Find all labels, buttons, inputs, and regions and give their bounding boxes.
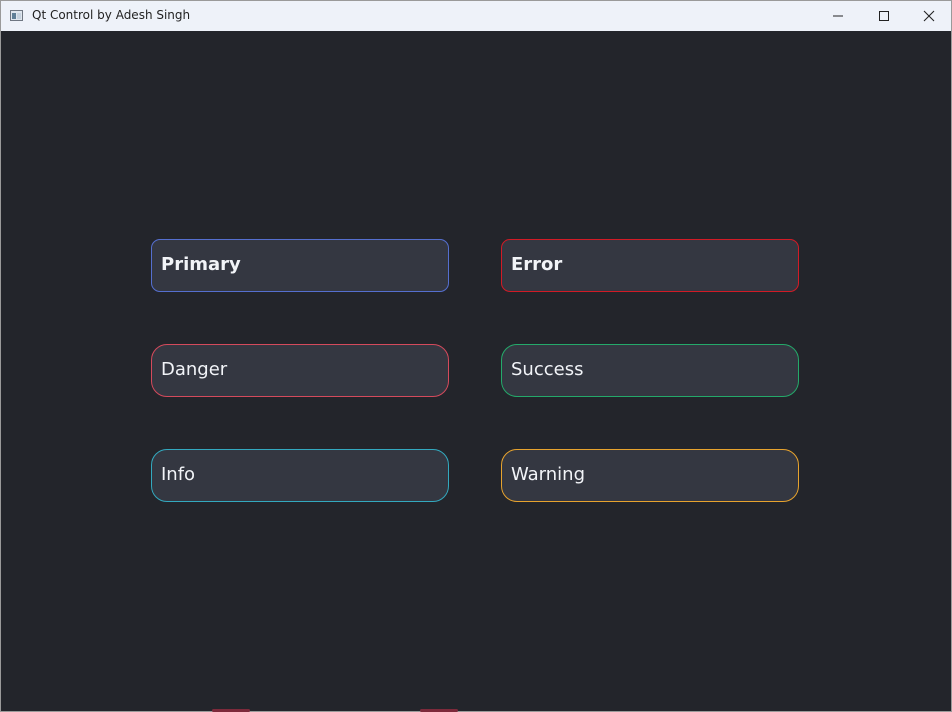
info-control[interactable]: Info xyxy=(151,449,449,502)
close-button[interactable] xyxy=(906,1,952,31)
primary-control[interactable]: Primary xyxy=(151,239,449,292)
maximize-button[interactable] xyxy=(861,1,907,31)
info-control-label: Info xyxy=(161,464,196,485)
primary-control-label: Primary xyxy=(161,254,241,275)
window-title: Qt Control by Adesh Singh xyxy=(32,8,191,22)
danger-control[interactable]: Danger xyxy=(151,344,449,397)
minimize-icon xyxy=(833,15,843,17)
error-control[interactable]: Error xyxy=(501,239,799,292)
close-icon xyxy=(923,10,935,22)
error-control-label: Error xyxy=(511,254,563,275)
control-gallery: Primary Error Danger Success Info Warnin… xyxy=(1,31,951,712)
window-app-icon xyxy=(10,10,23,21)
application-window: Qt Control by Adesh Singh Primary Error xyxy=(0,0,952,712)
warning-control-label: Warning xyxy=(511,464,586,485)
maximize-icon xyxy=(879,11,889,21)
success-control[interactable]: Success xyxy=(501,344,799,397)
danger-control-label: Danger xyxy=(161,359,228,380)
minimize-button[interactable] xyxy=(815,1,861,31)
success-control-label: Success xyxy=(511,359,584,380)
warning-control[interactable]: Warning xyxy=(501,449,799,502)
title-bar[interactable]: Qt Control by Adesh Singh xyxy=(1,1,951,31)
